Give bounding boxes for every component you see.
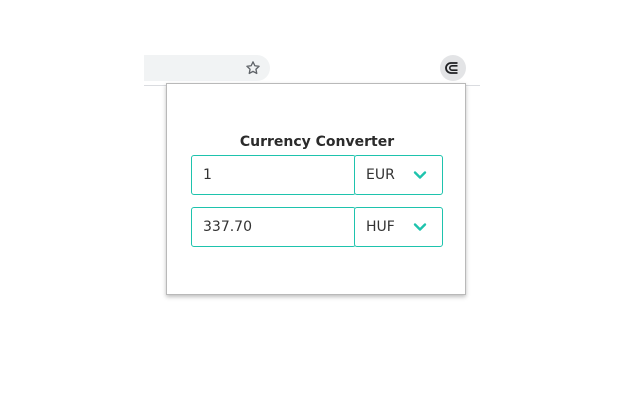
star-outline-icon	[246, 61, 260, 75]
chevron-down-icon	[413, 223, 427, 231]
converter-row-target: HUF	[191, 207, 443, 247]
currency-select-value: EUR	[366, 167, 395, 183]
amount-input-target[interactable]	[191, 207, 356, 247]
converter-row-source: EUR	[191, 155, 443, 195]
extension-button[interactable]	[440, 55, 466, 81]
currency-converter-extension-icon	[445, 62, 458, 74]
currency-select-target[interactable]: HUF	[354, 207, 443, 247]
browser-window: Currency Converter EUR HUF	[0, 0, 640, 400]
amount-input-source[interactable]	[191, 155, 356, 195]
chevron-down-icon	[413, 171, 427, 179]
extension-popup: Currency Converter EUR HUF	[166, 83, 466, 295]
bookmark-button[interactable]	[243, 58, 263, 78]
currency-select-value: HUF	[366, 219, 395, 235]
popup-title: Currency Converter	[239, 134, 395, 150]
currency-select-source[interactable]: EUR	[354, 155, 443, 195]
